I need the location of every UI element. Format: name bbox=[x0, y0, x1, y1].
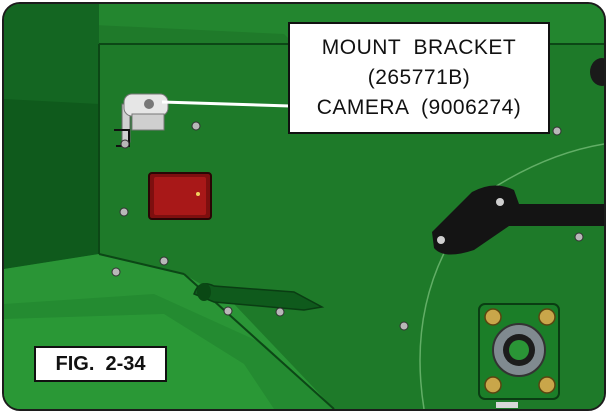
part-callout-box: MOUNT BRACKET (265771B) CAMERA (9006274) bbox=[288, 22, 550, 134]
bolt-icon bbox=[159, 256, 169, 266]
figure-label: FIG. 2-34 bbox=[34, 346, 167, 382]
red-reflector-icon bbox=[148, 172, 212, 220]
callout-line-camera: CAMERA (9006274) bbox=[316, 96, 522, 119]
bolt-icon bbox=[120, 139, 130, 149]
left-mid-panel bbox=[4, 99, 99, 269]
callout-line-bracket-number: (265771B) bbox=[367, 66, 471, 89]
bolt-icon bbox=[223, 306, 233, 316]
illustration-frame: MOUNT BRACKET (265771B) CAMERA (9006274)… bbox=[2, 2, 606, 411]
bolt-icon bbox=[574, 232, 584, 242]
bolt-icon bbox=[399, 321, 409, 331]
bolt-icon bbox=[275, 307, 285, 317]
bearing-assembly bbox=[478, 303, 560, 408]
lower-bracket-hole bbox=[197, 283, 211, 301]
bolt-icon bbox=[119, 207, 129, 217]
callout-line-mount-bracket: MOUNT BRACKET bbox=[321, 36, 517, 59]
bolt-icon bbox=[191, 121, 201, 131]
bolt-icon bbox=[111, 267, 121, 277]
bolt-icon bbox=[552, 126, 562, 136]
